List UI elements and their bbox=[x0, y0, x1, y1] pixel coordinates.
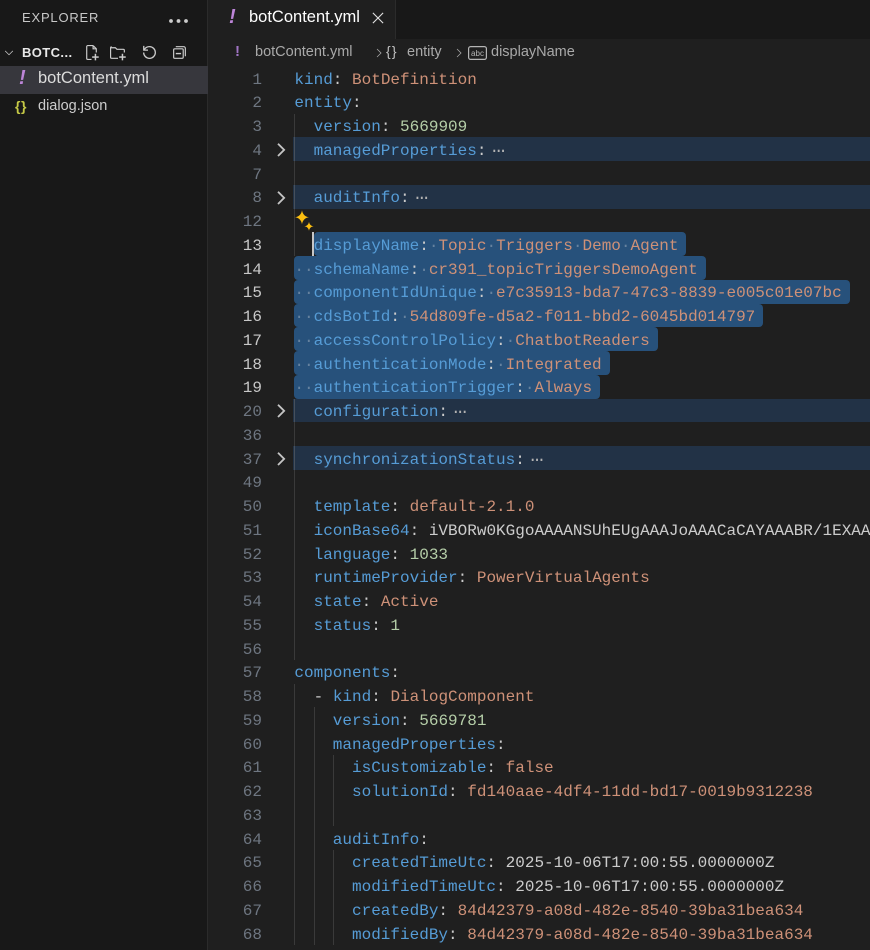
svg-text:abc: abc bbox=[471, 49, 484, 58]
